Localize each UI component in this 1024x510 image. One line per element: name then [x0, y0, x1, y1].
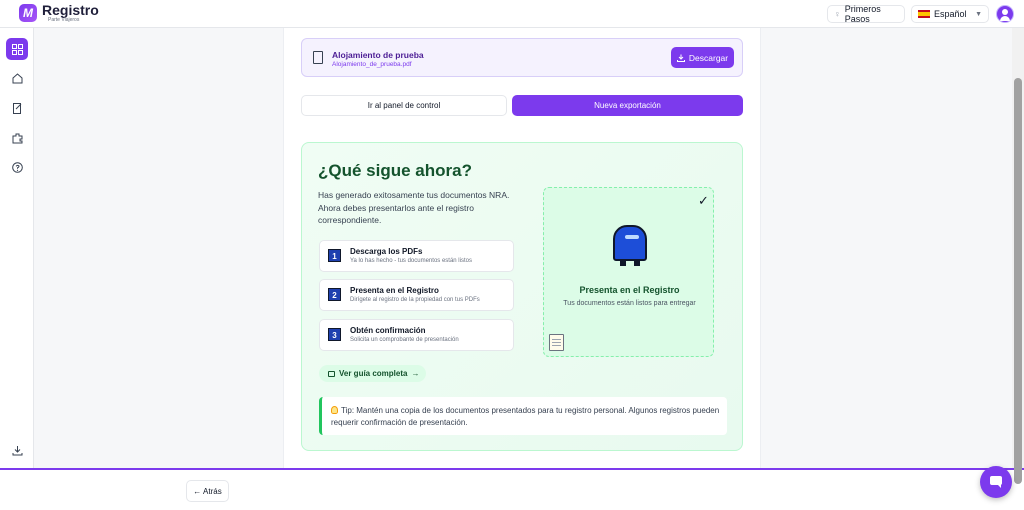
brand-logo[interactable]: M — [19, 4, 37, 22]
next-steps-title: ¿Qué sigue ahora? — [318, 161, 472, 180]
tip-text-content: Tip: Mantén una copia de los documentos … — [331, 406, 720, 427]
lightbulb-icon: ♀ — [834, 9, 841, 19]
download-button-label: Descargar — [688, 52, 729, 63]
tip-box: Tip: Mantén una copia de los documentos … — [319, 397, 727, 435]
step-number: 1 — [328, 249, 341, 262]
download-icon[interactable] — [6, 439, 28, 461]
step-number: 3 — [328, 328, 341, 341]
new-export-button[interactable]: Nueva exportación — [512, 95, 743, 116]
step-item: 1 Descarga los PDFs Ya lo has hecho - tu… — [319, 240, 514, 272]
user-avatar[interactable] — [996, 5, 1014, 23]
memo-icon — [549, 334, 564, 351]
home-icon[interactable] — [6, 67, 28, 89]
scrollbar-thumb[interactable] — [1014, 78, 1022, 484]
lightbulb-icon — [331, 406, 338, 414]
step-item: 2 Presenta en el Registro Dirígete al re… — [319, 279, 514, 311]
step-item: 3 Obtén confirmación Solicita un comprob… — [319, 319, 514, 351]
sidebar — [0, 28, 34, 468]
scrollbar[interactable] — [1012, 28, 1024, 484]
chevron-down-icon: ▼ — [975, 10, 982, 18]
brand-subtitle: Parte Viajeros — [48, 17, 80, 23]
language-label: Español — [934, 9, 967, 19]
go-to-dashboard-button[interactable]: Ir al panel de control — [301, 95, 507, 116]
full-guide-label: Ver guía completa — [339, 369, 408, 378]
chat-support-button[interactable] — [980, 466, 1012, 498]
document-name: Alojamiento de prueba — [332, 50, 424, 60]
step-title: Descarga los PDFs — [350, 247, 423, 256]
checkmark-icon: ✓ — [698, 193, 709, 208]
download-card: Alojamiento de prueba Alojamiento_de_pru… — [301, 38, 743, 77]
help-icon[interactable] — [6, 156, 28, 178]
file-icon — [313, 51, 323, 64]
step-number: 2 — [328, 288, 341, 301]
registry-subtitle: Tus documentos están listos para entrega… — [563, 300, 696, 307]
next-steps-description: Has generado exitosamente tus documentos… — [318, 190, 510, 225]
full-guide-link[interactable]: Ver guía completa → — [319, 365, 426, 382]
registry-title: Presenta en el Registro — [579, 285, 680, 295]
dashboard-grid-icon[interactable] — [6, 38, 28, 60]
registry-panel: ✓ Presenta en el Registro Tus documentos… — [543, 187, 714, 357]
tip-text: Tip: Mantén una copia de los documentos … — [331, 405, 726, 428]
book-icon — [328, 370, 335, 377]
document-edit-icon[interactable] — [6, 97, 28, 119]
language-select[interactable]: Español ▼ — [911, 5, 989, 23]
getting-started-button[interactable]: ♀ Primeros Pasos — [827, 4, 905, 24]
download-button[interactable]: Descargar — [671, 47, 734, 68]
step-subtitle: Dirígete al registro de la propiedad con… — [350, 297, 480, 303]
arrow-right-icon: → — [411, 369, 420, 378]
back-button[interactable]: ← Atrás — [186, 480, 229, 502]
footer-bar: ← Atrás — [0, 468, 1024, 510]
step-title: Presenta en el Registro — [350, 286, 439, 295]
step-subtitle: Solicita un comprobante de presentación — [350, 337, 459, 343]
step-subtitle: Ya lo has hecho - tus documentos están l… — [350, 258, 472, 264]
download-icon — [676, 54, 685, 62]
brand-name[interactable]: Registro — [42, 2, 99, 18]
document-filename: Alojamiento_de_prueba.pdf — [332, 61, 412, 68]
getting-started-label: Primeros Pasos — [844, 4, 881, 24]
top-bar: M Registro Parte Viajeros ♀ Primeros Pas… — [0, 0, 1024, 28]
puzzle-icon[interactable] — [6, 127, 28, 149]
step-title: Obtén confirmación — [350, 326, 426, 335]
next-steps-card: ¿Qué sigue ahora? Has generado exitosame… — [301, 142, 743, 451]
spain-flag-icon — [918, 10, 930, 18]
mailbox-icon — [611, 225, 649, 267]
